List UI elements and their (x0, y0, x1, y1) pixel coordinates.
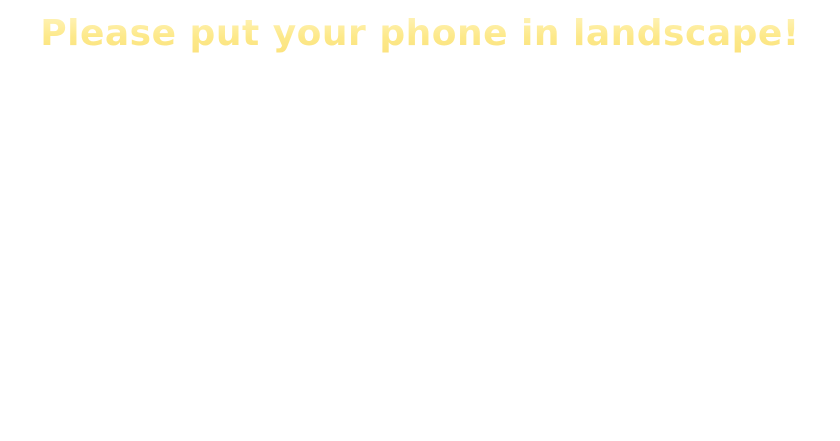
orientation-overlay: Please put your phone in landscape! (0, 0, 840, 441)
rotate-device-message: Please put your phone in landscape! (0, 8, 840, 60)
